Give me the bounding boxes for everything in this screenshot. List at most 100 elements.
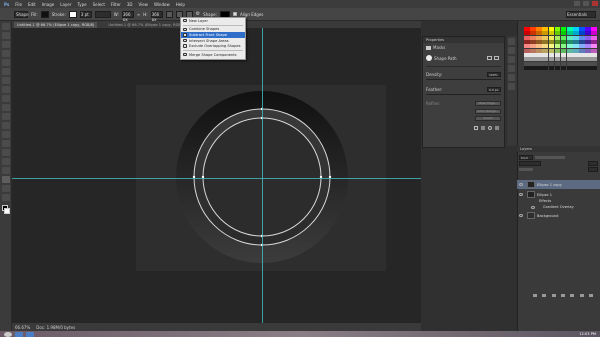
stroke-type-select[interactable] bbox=[94, 10, 111, 18]
color-swatch[interactable] bbox=[554, 27, 561, 31]
load-selection-icon[interactable] bbox=[474, 125, 478, 130]
color-swatch[interactable] bbox=[524, 31, 530, 36]
color-swatch[interactable] bbox=[530, 35, 536, 40]
eye-icon[interactable] bbox=[531, 205, 535, 209]
eyedropper-tool-icon[interactable] bbox=[2, 68, 10, 75]
color-swatch[interactable] bbox=[554, 57, 561, 62]
color-swatch[interactable] bbox=[566, 40, 573, 44]
color-swatch[interactable] bbox=[530, 53, 536, 57]
menu-help[interactable]: Help bbox=[176, 2, 185, 7]
feather-input[interactable]: 0.0 px bbox=[487, 86, 501, 92]
color-swatch[interactable] bbox=[560, 40, 567, 44]
color-swatch[interactable] bbox=[554, 48, 561, 53]
color-swatch[interactable] bbox=[573, 66, 579, 70]
color-swatch[interactable] bbox=[579, 48, 585, 53]
color-swatch[interactable] bbox=[548, 48, 555, 53]
color-swatch[interactable] bbox=[560, 31, 567, 36]
maximize-icon[interactable] bbox=[583, 1, 589, 6]
menu-item-new-layer[interactable]: New Layer bbox=[181, 18, 245, 24]
color-swatch[interactable] bbox=[573, 40, 579, 44]
color-swatch[interactable] bbox=[579, 53, 585, 57]
color-swatch[interactable] bbox=[566, 61, 573, 66]
eraser-tool-icon[interactable] bbox=[2, 113, 10, 120]
eye-icon[interactable] bbox=[519, 214, 523, 217]
color-swatch[interactable] bbox=[585, 48, 591, 53]
color-swatch[interactable] bbox=[591, 48, 597, 53]
zoom-tool-icon[interactable] bbox=[2, 194, 10, 201]
opacity-input[interactable] bbox=[588, 161, 598, 166]
minimize-icon[interactable] bbox=[574, 1, 580, 6]
crop-tool-icon[interactable] bbox=[2, 59, 10, 66]
zoom-level[interactable]: 66.67% bbox=[15, 325, 30, 330]
link-layers-icon[interactable] bbox=[532, 294, 537, 297]
color-swatch[interactable] bbox=[585, 61, 591, 66]
color-swatch[interactable] bbox=[548, 44, 555, 49]
close-icon[interactable] bbox=[592, 1, 598, 6]
tool-mode-select[interactable]: Shape bbox=[14, 10, 29, 18]
color-swatch[interactable] bbox=[548, 53, 555, 57]
dodge-tool-icon[interactable] bbox=[2, 140, 10, 147]
vertical-guide[interactable] bbox=[262, 28, 263, 323]
app-logo[interactable]: Ps bbox=[4, 2, 9, 7]
color-swatch[interactable] bbox=[548, 27, 555, 31]
color-swatch[interactable] bbox=[554, 40, 561, 44]
color-swatch[interactable] bbox=[524, 61, 530, 66]
taskbar-app-icon[interactable] bbox=[15, 331, 23, 337]
history-panel-icon[interactable] bbox=[508, 38, 515, 45]
color-swatch[interactable] bbox=[530, 61, 536, 66]
tab-document-2[interactable]: Untitled-1 @ 66.7% (Ellipse 1 copy, RGB/… bbox=[105, 21, 189, 28]
color-swatch[interactable] bbox=[585, 40, 591, 44]
pen-tool-icon[interactable] bbox=[2, 149, 10, 156]
menu-edit[interactable]: Edit bbox=[28, 2, 36, 7]
color-swatch[interactable] bbox=[591, 27, 597, 31]
color-swatch[interactable] bbox=[591, 61, 597, 66]
color-swatch[interactable] bbox=[585, 66, 591, 70]
color-swatch[interactable] bbox=[536, 40, 542, 44]
color-swatch[interactable] bbox=[548, 66, 555, 70]
color-swatch[interactable] bbox=[573, 27, 579, 31]
info-panel-icon[interactable] bbox=[508, 83, 515, 90]
stroke-width-input[interactable]: 3 pt bbox=[79, 10, 92, 18]
gradient-tool-icon[interactable] bbox=[2, 122, 10, 129]
clock[interactable]: 12:03 PM bbox=[579, 332, 596, 336]
color-swatch[interactable] bbox=[579, 40, 585, 44]
color-swatch[interactable] bbox=[573, 44, 579, 49]
stroke-swatch[interactable] bbox=[68, 10, 77, 18]
color-swatch[interactable] bbox=[573, 48, 579, 53]
color-swatch[interactable] bbox=[585, 35, 591, 40]
color-swatch[interactable] bbox=[585, 27, 591, 31]
blend-mode-select[interactable] bbox=[519, 161, 541, 166]
type-tool-icon[interactable] bbox=[2, 158, 10, 165]
path-operations-button[interactable] bbox=[165, 10, 173, 18]
taskbar-app-icon[interactable] bbox=[26, 331, 34, 337]
eye-icon[interactable] bbox=[519, 183, 523, 186]
background-color-swatch[interactable] bbox=[4, 208, 10, 214]
color-swatch[interactable] bbox=[560, 57, 567, 62]
color-swatch[interactable] bbox=[566, 57, 573, 62]
color-swatch[interactable] bbox=[573, 53, 579, 57]
fill-input[interactable] bbox=[588, 167, 598, 172]
color-swatch[interactable] bbox=[530, 48, 536, 53]
color-swatch[interactable] bbox=[579, 61, 585, 66]
color-swatch[interactable] bbox=[524, 35, 530, 40]
color-swatch[interactable] bbox=[573, 57, 579, 62]
color-swatch[interactable] bbox=[548, 61, 555, 66]
color-swatch[interactable] bbox=[579, 27, 585, 31]
color-swatch[interactable] bbox=[554, 53, 561, 57]
vector-mask-button[interactable] bbox=[494, 56, 499, 60]
history-brush-tool-icon[interactable] bbox=[2, 104, 10, 111]
marquee-tool-icon[interactable] bbox=[2, 32, 10, 39]
color-swatch[interactable] bbox=[573, 35, 579, 40]
visibility-icon[interactable] bbox=[488, 125, 492, 130]
color-swatch[interactable] bbox=[524, 27, 530, 31]
color-swatch[interactable] bbox=[548, 31, 555, 36]
width-input[interactable]: 366 px bbox=[121, 10, 134, 22]
hand-tool-icon[interactable] bbox=[2, 185, 10, 192]
color-swatch[interactable] bbox=[530, 31, 536, 36]
menu-layer[interactable]: Layer bbox=[60, 2, 71, 7]
color-swatch[interactable] bbox=[579, 35, 585, 40]
layer-row[interactable]: Background bbox=[517, 211, 600, 220]
color-swatch[interactable] bbox=[524, 44, 530, 49]
color-swatch[interactable] bbox=[591, 66, 597, 70]
character-panel-icon[interactable] bbox=[508, 56, 515, 63]
